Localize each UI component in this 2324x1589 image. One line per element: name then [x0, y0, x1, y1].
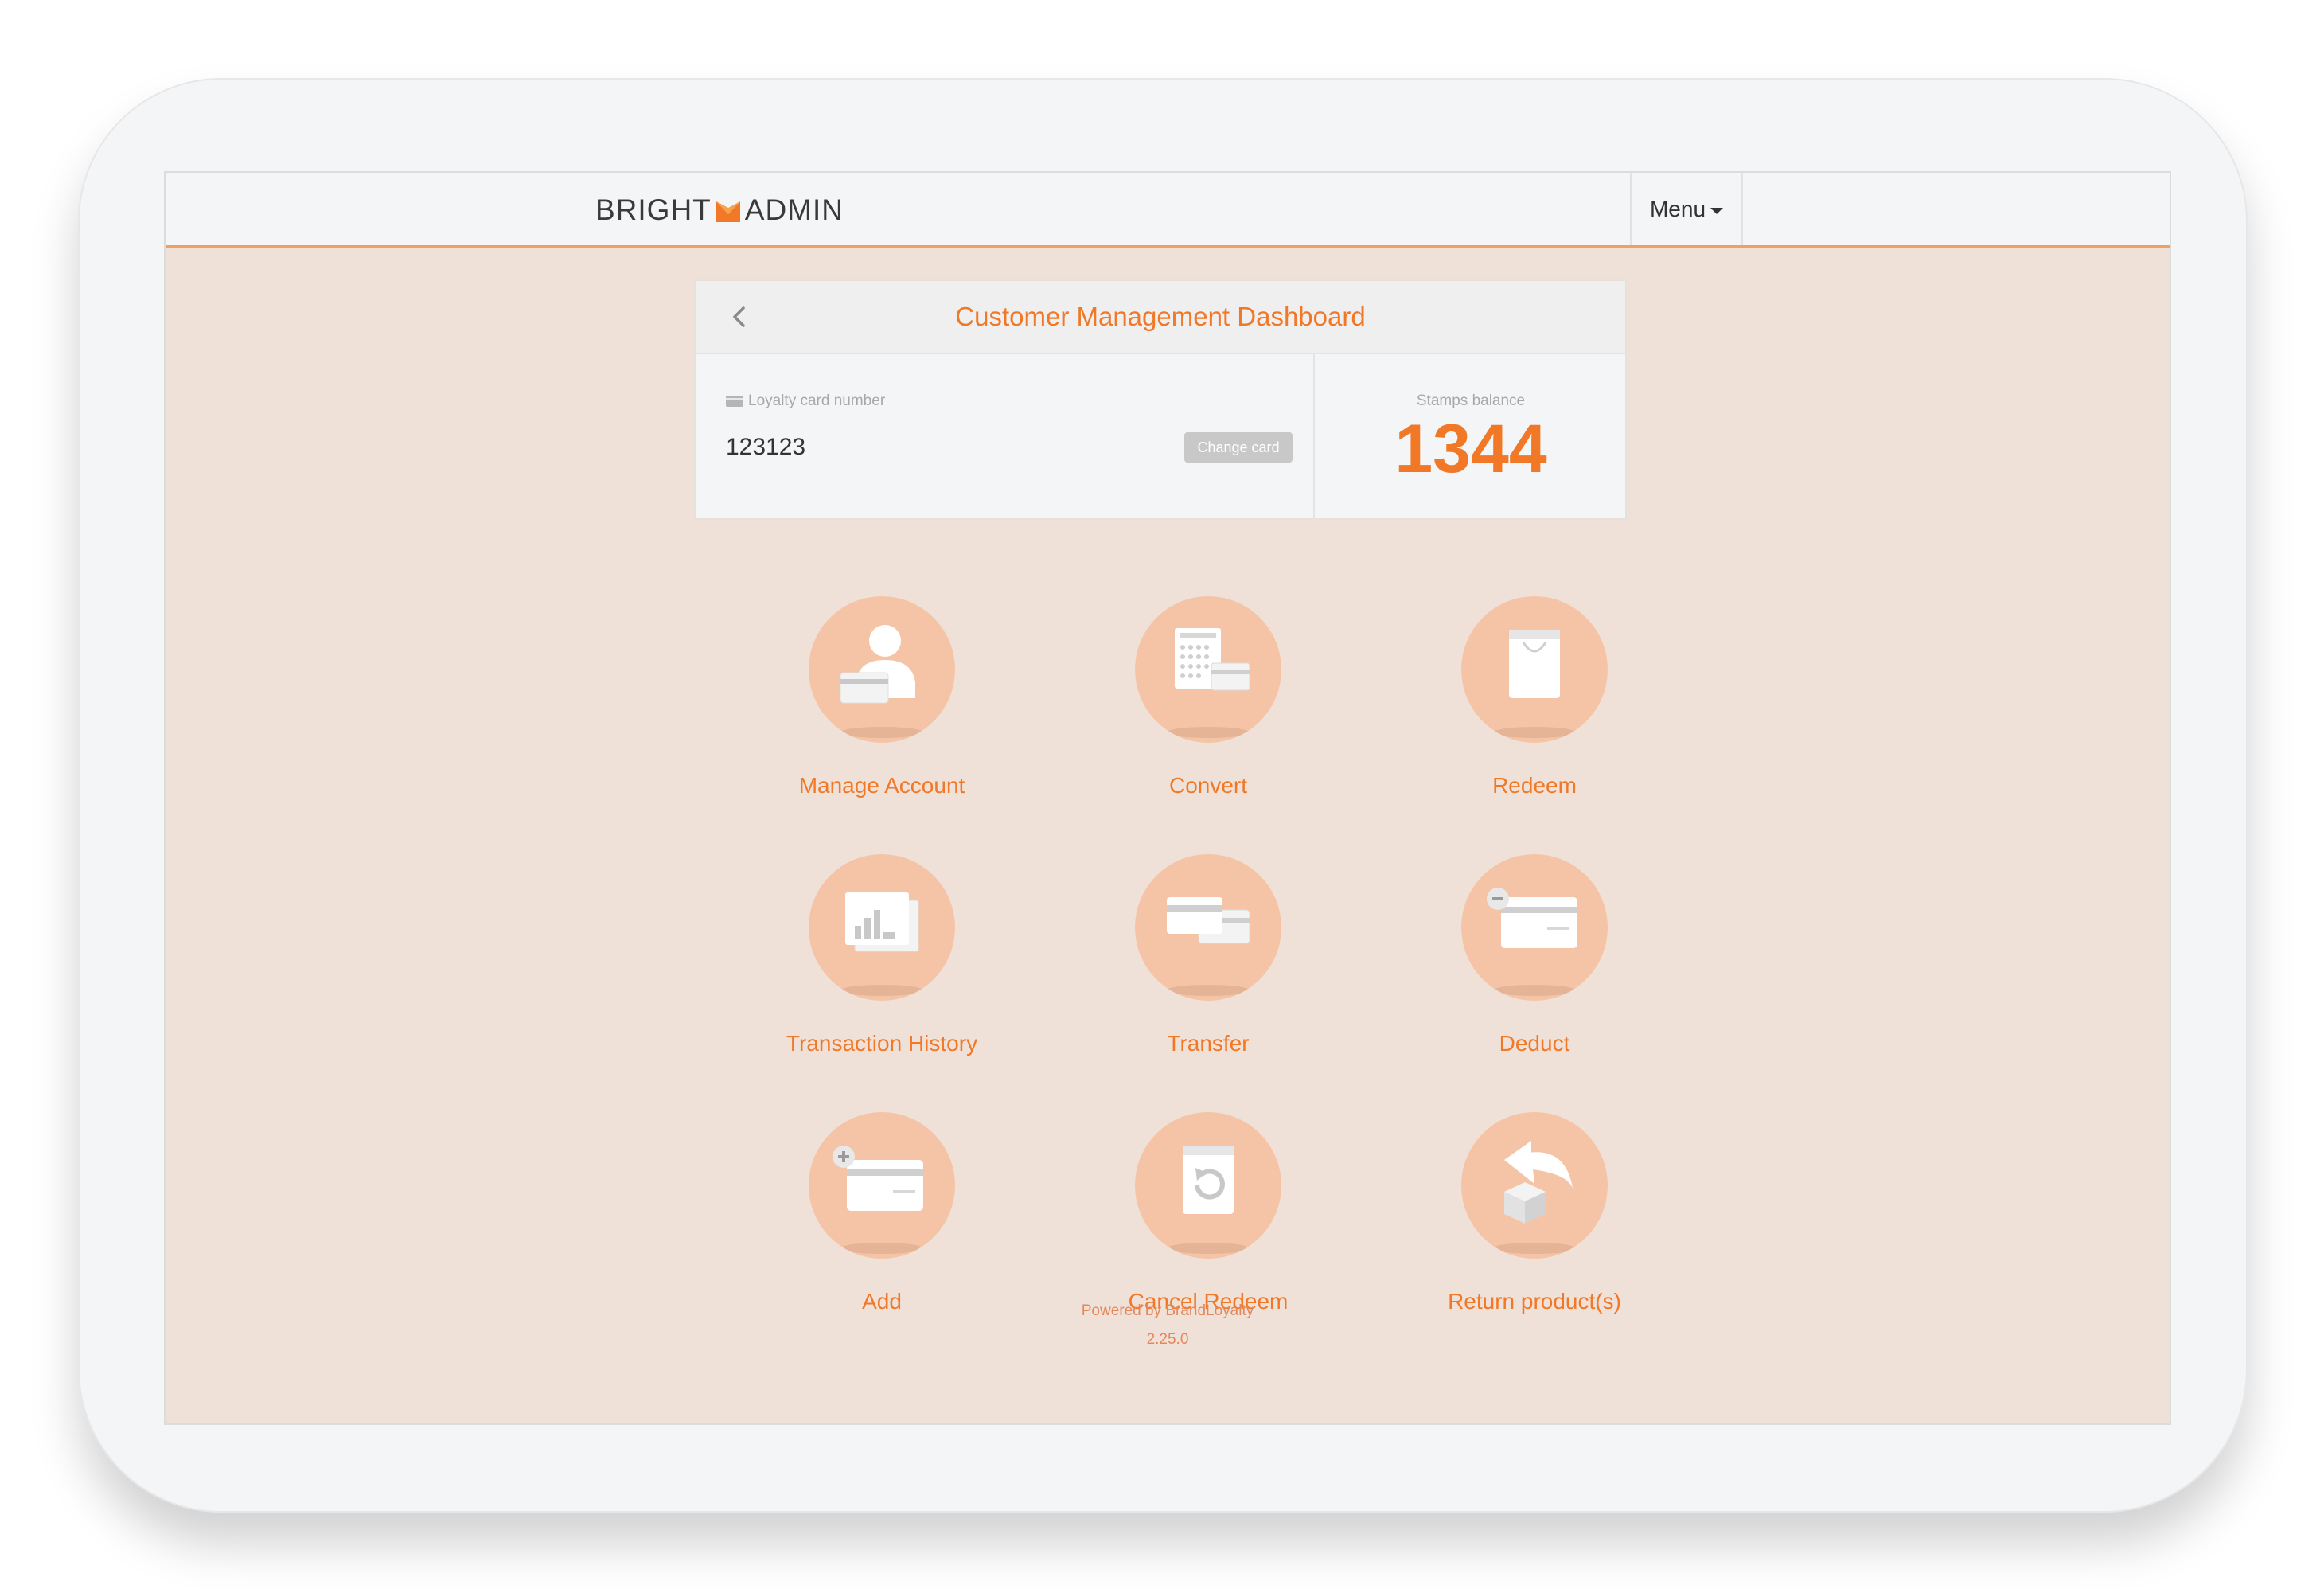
- deduct-tile[interactable]: Deduct: [1415, 854, 1654, 1077]
- transfer-tile[interactable]: Transfer: [1089, 854, 1328, 1077]
- cancel-redeem-icon: [1135, 1112, 1281, 1259]
- manage-account-icon: [809, 596, 955, 743]
- version-text: 2.25.0: [1146, 1331, 1189, 1348]
- add-icon: [809, 1112, 955, 1259]
- footer: Powered by BrandLoyalty 2.25.0: [166, 1297, 2170, 1354]
- deduct-icon: [1461, 854, 1608, 1001]
- convert-label: Convert: [1168, 773, 1248, 798]
- convert-icon: [1135, 596, 1281, 743]
- transaction-history-label: Transaction History: [786, 1031, 978, 1056]
- powered-by-text: Powered by BrandLoyalty: [1081, 1302, 1254, 1319]
- action-grid: Manage Account Convert Redeem Transactio…: [166, 173, 2170, 1423]
- redeem-label: Redeem: [1492, 773, 1577, 798]
- transaction-history-icon: [809, 854, 955, 1001]
- convert-tile[interactable]: Convert: [1089, 596, 1328, 819]
- return-product-icon: [1461, 1112, 1608, 1259]
- transaction-history-tile[interactable]: Transaction History: [762, 854, 1001, 1077]
- manage-account-tile[interactable]: Manage Account: [762, 596, 1001, 819]
- transfer-label: Transfer: [1167, 1031, 1250, 1056]
- manage-account-label: Manage Account: [798, 773, 965, 798]
- redeem-icon: [1461, 596, 1608, 743]
- redeem-tile[interactable]: Redeem: [1415, 596, 1654, 819]
- app-screen: BRIGHT ADMIN Menu Customer Management Da…: [164, 171, 2171, 1425]
- deduct-label: Deduct: [1499, 1031, 1570, 1056]
- transfer-icon: [1135, 854, 1281, 1001]
